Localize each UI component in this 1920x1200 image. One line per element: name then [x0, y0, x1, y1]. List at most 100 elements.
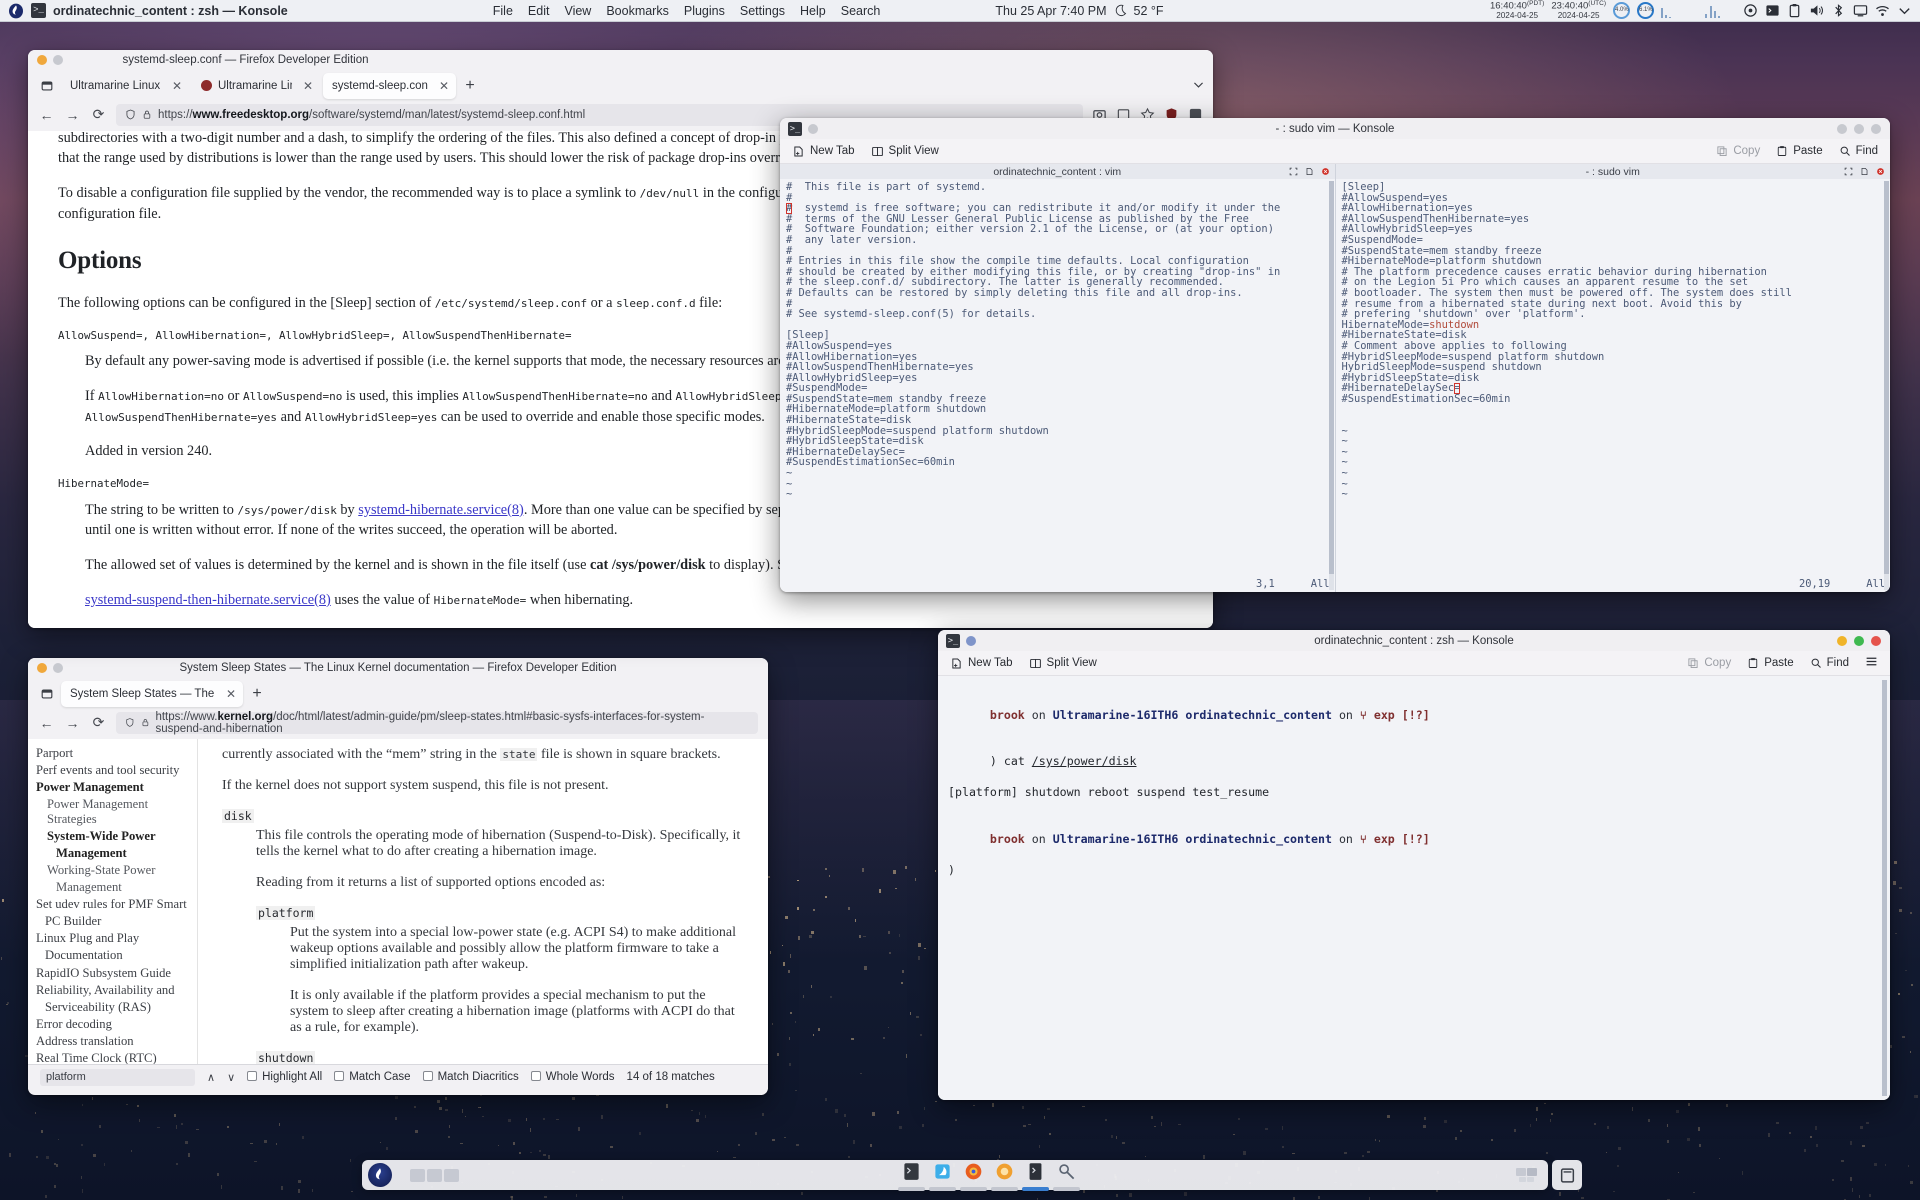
window-controls[interactable] [1837, 123, 1881, 134]
close-pane-icon[interactable] [1876, 167, 1885, 176]
maximize-icon[interactable] [1854, 123, 1864, 134]
taskbar[interactable] [362, 1160, 1548, 1191]
new-tab-button[interactable]: + [459, 75, 481, 97]
volume-icon[interactable] [1809, 3, 1824, 18]
window-menu-icon[interactable] [37, 662, 47, 673]
close-icon[interactable] [1871, 123, 1881, 134]
find-previous-icon[interactable]: ∧ [207, 1071, 215, 1084]
sidebar-item-rtc-drivers[interactable]: Real Time Clock (RTC) Drivers [36, 1050, 191, 1064]
sidebar-item-pm-strategies[interactable]: Power Management Strategies [36, 796, 191, 828]
updates-icon[interactable] [1743, 3, 1758, 18]
konsole-toolbar[interactable]: New Tab Split View Copy Paste Find [938, 651, 1890, 676]
split-view-button[interactable]: Split View [871, 145, 939, 158]
top-panel[interactable]: >_ ordinatechnic_content : zsh — Konsole… [0, 0, 1920, 22]
vim-buffer-left[interactable]: # This file is part of systemd. # # syst… [780, 179, 1335, 592]
bluetooth-icon[interactable] [1831, 3, 1846, 18]
sidebar-item-working-state-power[interactable]: Working-State Power [36, 862, 191, 879]
tab-ultramarine-review-2[interactable]: Ultramarine Linux 39 Revi ✕ [192, 73, 320, 99]
sidebar-item-plug-and-play[interactable]: Linux Plug and Play [36, 930, 191, 947]
list-all-tabs-icon[interactable] [36, 75, 58, 97]
scrollbar-right[interactable] [1884, 181, 1889, 590]
tab-close-icon[interactable]: ✕ [167, 79, 182, 93]
find-next-icon[interactable]: ∨ [227, 1071, 235, 1084]
sidebar-item-udev-pmf[interactable]: Set udev rules for PMF Smart [36, 896, 191, 913]
sidebar-item-system-wide-power-cont[interactable]: Management [36, 845, 191, 862]
menu-settings[interactable]: Settings [740, 4, 785, 18]
back-icon[interactable]: ← [38, 714, 55, 731]
display-icon[interactable] [1853, 3, 1868, 18]
wifi-icon[interactable] [1875, 3, 1890, 18]
new-tab-button[interactable]: New Tab [792, 145, 855, 158]
scrollbar-left[interactable] [1328, 181, 1334, 590]
window-controls[interactable] [1837, 635, 1881, 646]
taskbar-task-manager[interactable] [898, 1162, 1080, 1191]
url-bar[interactable]: https://www.kernel.org/doc/html/latest/a… [116, 711, 758, 735]
link-systemd-hibernate-service[interactable]: systemd-hibernate.service(8) [358, 502, 524, 518]
konsole-window-zsh[interactable]: >_ ordinatechnic_content : zsh — Konsole… [938, 630, 1890, 1100]
clipboard-icon[interactable] [1787, 3, 1802, 18]
menu-plugins[interactable]: Plugins [684, 4, 725, 18]
minimize-icon[interactable] [1837, 123, 1847, 134]
menu-help[interactable]: Help [800, 4, 826, 18]
detach-icon[interactable] [1305, 167, 1314, 176]
sidebar-item-udev-pmf-cont[interactable]: PC Builder [36, 913, 191, 930]
tab-strip[interactable]: Ultramarine Linux 39 Review ✕ Ultramarin… [28, 69, 1213, 102]
reload-icon[interactable]: ⟳ [90, 106, 107, 123]
spectacle-taskbar-icon[interactable] [1053, 1162, 1080, 1191]
firefox-taskbar-icon[interactable] [960, 1162, 987, 1191]
minimize-icon[interactable] [1837, 635, 1847, 646]
find-button[interactable]: Find [1810, 657, 1849, 669]
network-graph-icon[interactable] [1702, 3, 1736, 19]
global-menu[interactable]: File Edit View Bookmarks Plugins Setting… [493, 4, 881, 18]
new-tab-button[interactable]: + [246, 683, 268, 705]
sidebar-item-error-decoding[interactable]: Error decoding [36, 1016, 191, 1033]
terminal-zsh-body[interactable]: brook on Ultramarine-16ITH6 ordinatechni… [938, 676, 1890, 1100]
system-tray[interactable]: 16:40:40(PDT) 2024-04-25 23:40:40(UTC) 2… [1490, 0, 1920, 20]
window-menu-icon[interactable] [37, 54, 47, 65]
konsole-taskbar-icon[interactable] [898, 1162, 925, 1191]
konsole-window-vim[interactable]: >_ - : sudo vim — Konsole New Tab Split … [780, 118, 1890, 592]
chevron-down-icon[interactable] [1897, 3, 1912, 18]
konsole2-taskbar-icon[interactable] [1022, 1162, 1049, 1191]
menu-edit[interactable]: Edit [528, 4, 550, 18]
sidebar-item-power-management[interactable]: Power Management [36, 779, 191, 796]
scrollbar-zsh[interactable] [1882, 680, 1887, 1096]
reload-icon[interactable]: ⟳ [90, 714, 107, 731]
forward-icon[interactable]: → [64, 106, 81, 123]
menu-search[interactable]: Search [841, 4, 881, 18]
sidebar-item-plug-and-play-cont[interactable]: Documentation [36, 947, 191, 964]
docs-sidebar-nav[interactable]: Parport Perf events and tool security Po… [28, 739, 198, 1064]
match-case-checkbox[interactable]: Match Case [334, 1071, 411, 1083]
cpu-graph-icon[interactable] [1661, 3, 1695, 19]
sidebar-item-perf-events[interactable]: Perf events and tool security [36, 762, 191, 779]
taskbar-pager-right-icon[interactable] [1516, 1167, 1538, 1183]
find-button[interactable]: Find [1839, 145, 1878, 157]
close-icon[interactable] [1871, 635, 1881, 646]
navigation-bar[interactable]: ← → ⟳ https://www.kernel.org/doc/html/la… [28, 710, 768, 739]
sidebar-item-working-state-power-cont[interactable]: Management [36, 879, 191, 896]
vim-buffer-right[interactable]: [Sleep] #AllowSuspend=yes #AllowHibernat… [1336, 179, 1891, 592]
close-pane-icon[interactable] [1321, 167, 1330, 176]
panel-clock[interactable]: Thu 25 Apr 7:40 PM 52 °F [995, 4, 1163, 18]
terminal-pane-left[interactable]: ordinatechnic_content : vim # This file … [780, 164, 1335, 592]
pane-header-right[interactable]: - : sudo vim [1335, 164, 1890, 179]
application-launcher-icon[interactable] [368, 1163, 392, 1187]
taskbar-right-widgets[interactable] [1516, 1167, 1538, 1183]
terminal-pane-right[interactable]: - : sudo vim [Sleep] #AllowSuspend=yes #… [1334, 164, 1891, 592]
paste-button[interactable]: Paste [1776, 145, 1823, 157]
match-diacritics-checkbox[interactable]: Match Diacritics [422, 1071, 519, 1083]
hamburger-menu-button[interactable] [1865, 655, 1878, 671]
window-minimize-icon[interactable] [808, 123, 818, 134]
panel-window-entry[interactable]: >_ ordinatechnic_content : zsh — Konsole [0, 3, 288, 19]
pane-header-left[interactable]: ordinatechnic_content : vim [780, 164, 1335, 179]
find-bar[interactable]: platform ∧ ∨ Highlight All Match Case Ma… [28, 1064, 768, 1089]
sidebar-item-system-wide-power[interactable]: System-Wide Power [36, 828, 191, 845]
link-systemd-suspend-then-hibernate-service[interactable]: systemd-suspend-then-hibernate.service(8… [85, 592, 331, 608]
tab-close-icon[interactable]: ✕ [298, 79, 313, 93]
paste-button[interactable]: Paste [1747, 657, 1794, 669]
sidebar-item-ras[interactable]: Reliability, Availability and [36, 981, 191, 998]
window-minimize-icon[interactable] [53, 54, 63, 65]
split-view-button[interactable]: Split View [1029, 657, 1097, 670]
back-icon[interactable]: ← [38, 106, 55, 123]
titlebar[interactable]: >_ - : sudo vim — Konsole [780, 118, 1890, 139]
